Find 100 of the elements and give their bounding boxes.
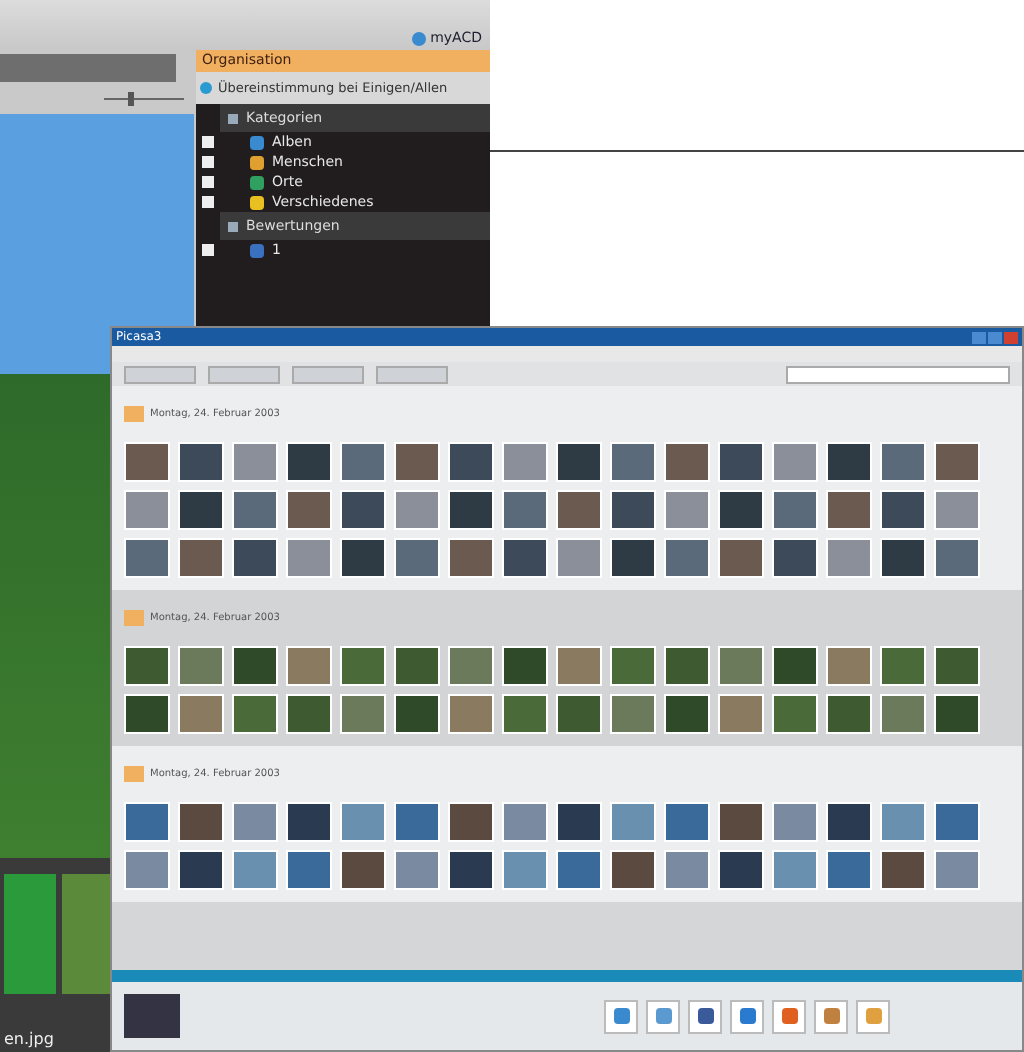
photo-thumbnail[interactable]: [664, 646, 710, 686]
photo-thumbnail[interactable]: [556, 538, 602, 578]
photo-thumbnail[interactable]: [664, 850, 710, 890]
photo-thumbnail[interactable]: [664, 490, 710, 530]
photo-thumbnail[interactable]: [934, 442, 980, 482]
photo-thumbnail[interactable]: [934, 490, 980, 530]
photo-thumbnail[interactable]: [286, 850, 332, 890]
photo-thumbnail[interactable]: [286, 490, 332, 530]
photo-thumbnail[interactable]: [340, 646, 386, 686]
checkbox[interactable]: [202, 136, 214, 148]
photo-thumbnail[interactable]: [124, 646, 170, 686]
photo-thumbnail[interactable]: [448, 646, 494, 686]
photo-thumbnail[interactable]: [394, 538, 440, 578]
photo-thumbnail[interactable]: [394, 646, 440, 686]
photo-thumbnail[interactable]: [286, 646, 332, 686]
photo-thumbnail[interactable]: [232, 490, 278, 530]
photo-thumbnail[interactable]: [502, 538, 548, 578]
photo-thumbnail[interactable]: [934, 694, 980, 734]
photo-thumbnail[interactable]: [934, 646, 980, 686]
photo-thumbnail[interactable]: [502, 442, 548, 482]
photo-thumbnail[interactable]: [448, 490, 494, 530]
photo-thumbnail[interactable]: [232, 850, 278, 890]
photo-thumbnail[interactable]: [286, 538, 332, 578]
photo-thumbnail[interactable]: [718, 490, 764, 530]
photo-thumbnail[interactable]: [286, 694, 332, 734]
photo-thumbnail[interactable]: [934, 850, 980, 890]
photo-thumbnail[interactable]: [772, 442, 818, 482]
photo-thumbnail[interactable]: [124, 802, 170, 842]
photo-thumbnail[interactable]: [664, 442, 710, 482]
photo-thumbnail[interactable]: [772, 490, 818, 530]
photo-thumbnail[interactable]: [826, 442, 872, 482]
checkbox[interactable]: [202, 176, 214, 188]
photo-thumbnail[interactable]: [880, 646, 926, 686]
photo-thumbnail[interactable]: [718, 646, 764, 686]
photo-thumbnail[interactable]: [178, 442, 224, 482]
action-button[interactable]: [604, 999, 638, 1033]
photo-thumbnail[interactable]: [826, 490, 872, 530]
photo-thumbnail[interactable]: [394, 694, 440, 734]
photo-thumbnail[interactable]: [448, 442, 494, 482]
photo-thumbnail[interactable]: [772, 694, 818, 734]
photo-thumbnail[interactable]: [826, 802, 872, 842]
action-button[interactable]: [646, 999, 680, 1033]
photo-thumbnail[interactable]: [664, 802, 710, 842]
photo-thumbnail[interactable]: [826, 646, 872, 686]
photo-thumbnail[interactable]: [610, 802, 656, 842]
photo-thumbnail[interactable]: [340, 802, 386, 842]
photo-thumbnail[interactable]: [286, 442, 332, 482]
photo-thumbnail[interactable]: [664, 538, 710, 578]
photo-thumbnail[interactable]: [772, 802, 818, 842]
photo-thumbnail[interactable]: [178, 646, 224, 686]
photo-thumbnail[interactable]: [718, 538, 764, 578]
slider-thumb[interactable]: [128, 91, 134, 105]
photo-thumbnail[interactable]: [556, 694, 602, 734]
photo-thumbnail[interactable]: [124, 694, 170, 734]
photo-thumbnail[interactable]: [718, 694, 764, 734]
photo-thumbnail[interactable]: [502, 646, 548, 686]
action-button[interactable]: [814, 999, 848, 1033]
photo-thumbnail[interactable]: [664, 694, 710, 734]
photo-thumbnail[interactable]: [178, 490, 224, 530]
photo-thumbnail[interactable]: [880, 850, 926, 890]
photo-thumbnail[interactable]: [556, 850, 602, 890]
photo-thumbnail[interactable]: [178, 538, 224, 578]
photo-thumbnail[interactable]: [826, 694, 872, 734]
photo-thumbnail[interactable]: [340, 694, 386, 734]
photo-thumbnail[interactable]: [826, 538, 872, 578]
photo-thumbnail[interactable]: [610, 646, 656, 686]
photo-thumbnail[interactable]: [718, 802, 764, 842]
photo-thumbnail[interactable]: [394, 802, 440, 842]
photo-thumbnail[interactable]: [880, 442, 926, 482]
photo-thumbnail[interactable]: [394, 442, 440, 482]
photo-thumbnail[interactable]: [232, 802, 278, 842]
photo-thumbnail[interactable]: [232, 646, 278, 686]
checkbox[interactable]: [202, 156, 214, 168]
photo-thumbnail[interactable]: [448, 850, 494, 890]
photo-thumbnail[interactable]: [718, 850, 764, 890]
photo-thumbnail[interactable]: [340, 442, 386, 482]
photo-thumbnail[interactable]: [880, 490, 926, 530]
photo-thumbnail[interactable]: [124, 850, 170, 890]
photo-thumbnail[interactable]: [124, 442, 170, 482]
checkbox[interactable]: [202, 196, 214, 208]
photo-thumbnail[interactable]: [178, 694, 224, 734]
photo-thumbnail[interactable]: [556, 442, 602, 482]
action-button[interactable]: [688, 999, 722, 1033]
photo-thumbnail[interactable]: [448, 538, 494, 578]
photo-thumbnail[interactable]: [610, 490, 656, 530]
photo-thumbnail[interactable]: [394, 850, 440, 890]
photo-thumbnail[interactable]: [502, 850, 548, 890]
photo-thumbnail[interactable]: [610, 694, 656, 734]
photo-thumbnail[interactable]: [124, 490, 170, 530]
photo-thumbnail[interactable]: [610, 850, 656, 890]
action-button[interactable]: [730, 999, 764, 1033]
photo-thumbnail[interactable]: [232, 442, 278, 482]
photo-thumbnail[interactable]: [502, 694, 548, 734]
action-button[interactable]: [772, 999, 806, 1033]
search-field[interactable]: [786, 365, 1010, 383]
photo-thumbnail[interactable]: [556, 490, 602, 530]
photo-thumbnail[interactable]: [448, 802, 494, 842]
photo-thumbnail[interactable]: [556, 802, 602, 842]
photo-thumbnail[interactable]: [340, 490, 386, 530]
photo-thumbnail[interactable]: [934, 538, 980, 578]
